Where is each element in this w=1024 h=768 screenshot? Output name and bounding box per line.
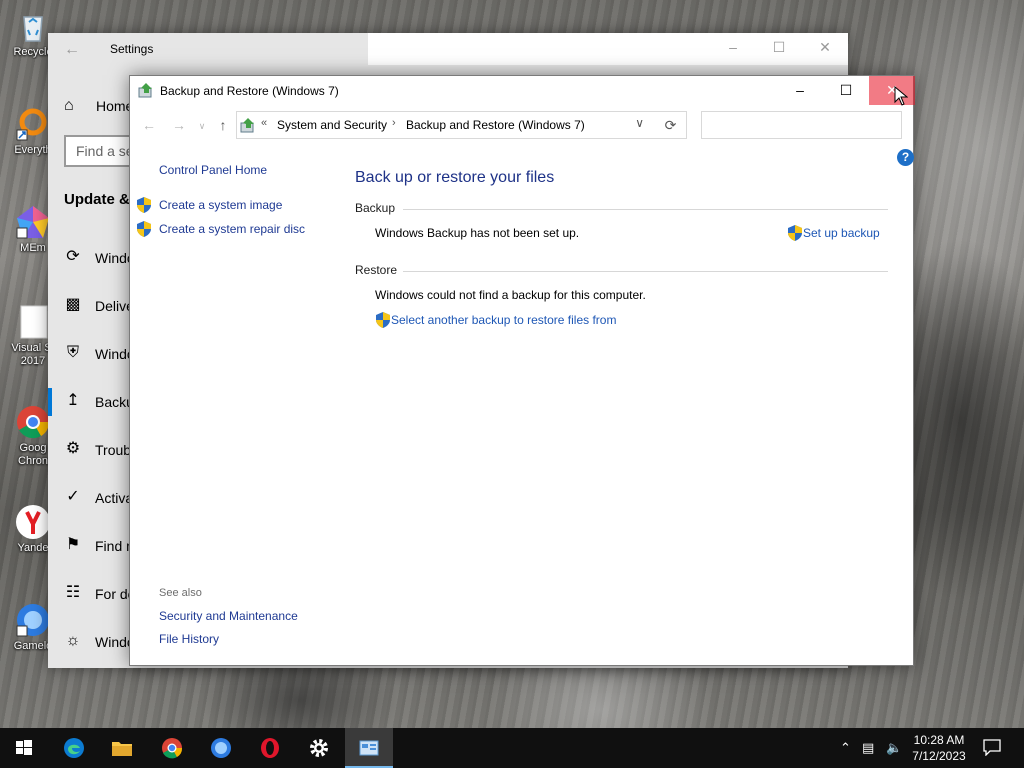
back-arrow-icon[interactable]: ← (140, 117, 158, 133)
uac-shield-icon (137, 221, 151, 237)
settings-title: Settings (110, 42, 154, 56)
file-explorer-icon (112, 742, 132, 756)
control-panel-icon (240, 118, 254, 133)
developer-sliders-icon: ☷ (65, 584, 81, 601)
control-panel-icon (359, 740, 379, 756)
up-arrow-icon[interactable]: ↑ (214, 117, 232, 133)
cp-window-title: Backup and Restore (Windows 7) (160, 84, 339, 98)
shield-icon: ⛨ (66, 344, 79, 361)
start-button[interactable] (0, 728, 48, 768)
volume-muted-icon[interactable]: 🔈 (886, 740, 902, 756)
taskbar-control-panel[interactable] (345, 728, 393, 768)
settings-home-label: Home (96, 98, 134, 114)
minimize-button[interactable]: – (777, 76, 823, 105)
visual-studio-icon (20, 305, 48, 339)
settings-gear-icon (310, 739, 328, 757)
select-another-backup-link[interactable]: Select another backup to restore files f… (391, 313, 616, 327)
address-bar[interactable]: « System and Security › Backup and Resto… (236, 111, 687, 139)
create-system-image-link[interactable]: Create a system image (159, 198, 282, 212)
address-dropdown-chevron-icon[interactable]: ∨ (635, 116, 644, 130)
backup-arrow-icon: ↥ (66, 392, 80, 409)
set-up-backup-link[interactable]: Set up backup (803, 226, 880, 240)
show-hidden-icons-chevron-icon[interactable]: ⌃ (840, 740, 851, 756)
sidebar-item-label: Troub (95, 442, 132, 458)
back-arrow-icon[interactable]: ← (64, 41, 80, 59)
backup-status-text: Windows Backup has not been set up. (375, 226, 580, 240)
breadcrumb-item[interactable]: Backup and Restore (Windows 7) (406, 118, 585, 132)
taskbar: ⌃ ▤ 🔈 10:28 AM 7/12/2023 (0, 728, 1024, 768)
uac-shield-icon (788, 225, 802, 241)
backup-restore-icon (138, 83, 152, 98)
uac-shield-icon (376, 312, 390, 328)
memu-play-icon (16, 206, 49, 239)
start-icon (16, 740, 32, 755)
chrome-icon (162, 738, 183, 759)
backup-restore-window[interactable]: Backup and Restore (Windows 7) – ☐ ✕ ← →… (129, 75, 915, 666)
close-icon[interactable]: ✕ (815, 39, 835, 56)
help-button[interactable]: ? (897, 149, 914, 166)
security-maintenance-link[interactable]: Security and Maintenance (159, 609, 298, 623)
gameloop-icon (211, 738, 231, 758)
restore-section-label: Restore (355, 263, 398, 277)
control-panel-home-link[interactable]: Control Panel Home (159, 163, 267, 177)
settings-section-heading: Update & (64, 191, 130, 208)
delivery-optimization-icon: ▩ (65, 296, 81, 313)
close-button[interactable]: ✕ (869, 76, 915, 105)
page-title: Back up or restore your files (355, 169, 555, 186)
file-history-link[interactable]: File History (159, 632, 219, 646)
settings-titlebar-left (48, 33, 368, 65)
clock-date: 7/12/2023 (912, 749, 966, 763)
insider-cat-icon: ☼ (65, 632, 81, 649)
gameloop-icon (16, 604, 49, 637)
taskbar-file-explorer[interactable] (98, 728, 146, 768)
google-chrome-icon (17, 406, 50, 439)
taskbar-clock[interactable]: 10:28 AM 7/12/2023 (908, 732, 970, 764)
clock-time: 10:28 AM (913, 733, 965, 747)
opera-icon (261, 738, 279, 758)
section-divider (403, 209, 888, 210)
sidebar-item-label: Activa (95, 490, 134, 506)
taskbar-opera[interactable] (246, 728, 294, 768)
find-device-icon: ⚑ (65, 536, 81, 553)
cp-titlebar[interactable]: Backup and Restore (Windows 7) – ☐ ✕ (130, 76, 915, 106)
recycle-bin-icon (23, 16, 43, 42)
restore-status-text: Windows could not find a backup for this… (375, 288, 646, 302)
mouse-cursor-icon (894, 86, 908, 106)
yandex-browser-icon (16, 505, 50, 539)
recent-locations-chevron-icon[interactable]: ∨ (193, 121, 211, 132)
taskbar-chrome[interactable] (148, 728, 196, 768)
taskbar-settings[interactable] (295, 728, 343, 768)
edge-icon (64, 738, 84, 758)
taskbar-gameloop[interactable] (197, 728, 245, 768)
everything-search-icon (16, 108, 47, 141)
maximize-button[interactable]: ☐ (823, 76, 869, 105)
minimize-icon[interactable]: – (723, 39, 743, 55)
home-icon: ⌂ (64, 97, 74, 114)
backup-section-label: Backup (355, 201, 396, 215)
breadcrumb-overflow[interactable]: « (261, 117, 267, 129)
sync-icon: ⟳ (66, 248, 80, 265)
see-also-label: See also (159, 587, 202, 599)
maximize-icon[interactable]: ☐ (769, 39, 789, 56)
refresh-button[interactable]: ⟳ (655, 111, 687, 139)
search-input[interactable] (701, 111, 902, 139)
settings-titlebar[interactable]: ← Settings – ☐ ✕ (48, 33, 848, 65)
uac-shield-icon (137, 197, 151, 213)
check-circle-icon: ✓ (66, 488, 80, 505)
create-repair-disc-link[interactable]: Create a system repair disc (159, 222, 305, 236)
section-divider (403, 271, 888, 272)
action-center-icon[interactable] (982, 738, 1002, 756)
network-icon[interactable]: ▤ (862, 740, 874, 756)
taskbar-edge[interactable] (50, 728, 98, 768)
wrench-icon: ⚙ (65, 440, 81, 457)
breadcrumb-separator-icon[interactable]: › (392, 117, 396, 129)
breadcrumb-item[interactable]: System and Security (277, 118, 387, 132)
forward-arrow-icon[interactable]: → (170, 117, 188, 133)
